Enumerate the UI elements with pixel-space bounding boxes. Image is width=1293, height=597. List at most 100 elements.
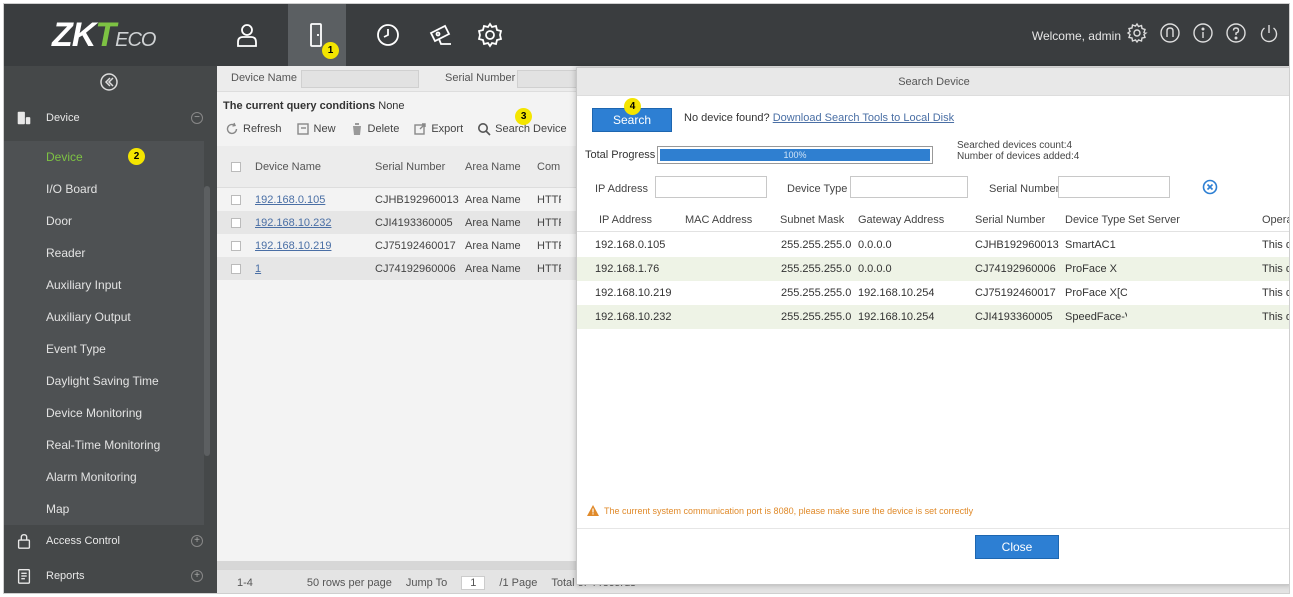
serial-number-filter-input[interactable] [517,70,577,88]
table-row[interactable]: 192.168.0.105 CJHB192960013 Area Name HT… [217,188,587,211]
app-window: ZKTECO 1 Welcome, admin Device − Device … [3,3,1290,594]
table-cell: CJHB192960013 [375,193,459,206]
settings-icon[interactable] [1125,21,1149,45]
sidebar-item-io-board[interactable]: I/O Board [4,173,204,205]
column-header: Serial Number [975,213,1046,226]
sidebar-item-reader[interactable]: Reader [4,237,204,269]
search-result-row[interactable]: 192.168.10.219 255.255.255.0 192.168.10.… [577,281,1289,305]
sidebar-section-access-control[interactable]: Access Control + [4,525,217,557]
sidebar-section-label: Access Control [46,535,120,547]
refresh-button[interactable]: Refresh [225,122,282,136]
row-checkbox[interactable] [231,263,241,274]
device-name-filter-input[interactable] [301,70,419,88]
sidebar-item-alarm-monitoring[interactable]: Alarm Monitoring [4,461,204,493]
page-number-input[interactable]: 1 [461,575,486,590]
sidebar-item-daylight-saving-time[interactable]: Daylight Saving Time [4,365,204,397]
person-icon [237,24,257,47]
toolbar: Refresh New Delete Export Search Device … [217,108,567,142]
ip-address-filter-input[interactable] [655,176,767,198]
table-cell: 0.0.0.0 [858,239,892,251]
nav-attendance[interactable] [359,4,417,66]
table-cell: 192.168.1.76 [595,263,660,275]
sidebar-section-reports[interactable]: Reports + [4,560,217,592]
report-icon [14,566,34,586]
device-name-link[interactable]: 192.168.10.232 [249,217,369,229]
row-checkbox[interactable] [231,217,241,228]
search-result-row[interactable]: 192.168.1.76 255.255.255.0 0.0.0.0 CJ741… [577,257,1289,281]
sidebar-scrollbar[interactable] [204,186,210,456]
nav-system[interactable] [461,4,519,66]
sidebar-section-device[interactable]: Device − [4,102,217,134]
table-cell: CJ74192960006 [375,262,456,275]
operation-link[interactable]: This device [1262,263,1289,275]
nav-personnel[interactable] [218,4,276,66]
table-header: Device Name Serial Number Area Name Comm… [217,146,587,188]
search-result-row[interactable]: 192.168.0.105 255.255.255.0 0.0.0.0 CJHB… [577,233,1289,257]
column-header: Area Name [465,160,521,173]
delete-icon [352,123,361,135]
download-search-tools-link[interactable]: Download Search Tools to Local Disk [773,112,954,124]
sidebar-item-door[interactable]: Door [4,205,204,237]
table-row[interactable]: 1 CJ74192960006 Area Name HTTP [217,257,587,280]
sidebar-item-event-type[interactable]: Event Type [4,333,204,365]
table-cell: SmartAC1 [1065,239,1116,251]
table-cell: CJI4193360005 [375,216,453,229]
rows-per-page-select[interactable]: 50 rows per page [307,577,392,589]
column-header: IP Address [599,213,652,226]
progress-label: Total Progress [585,149,656,161]
export-button[interactable]: Export [413,122,463,136]
sidebar-item-auxiliary-output[interactable]: Auxiliary Output [4,301,204,333]
column-header: Device Type [1065,213,1126,226]
device-name-link[interactable]: 192.168.10.219 [249,240,369,252]
operation-link[interactable]: This device [1262,311,1289,323]
table-row[interactable]: 192.168.10.232 CJI4193360005 Area Name H… [217,211,587,234]
expand-plus-icon[interactable]: + [191,535,203,547]
new-button[interactable]: New [296,122,336,136]
new-icon [296,123,309,135]
sidebar-item-map[interactable]: Map [4,493,204,525]
search-results-header: IP Address MAC Address Subnet Mask Gatew… [577,208,1289,232]
device-name-link[interactable]: 192.168.0.105 [249,194,369,206]
collapse-sidebar-icon[interactable] [99,72,119,92]
table-cell: ProFace X [1065,263,1117,275]
table-horizontal-scrollbar[interactable] [217,561,577,569]
serial-number-filter-input[interactable] [1058,176,1170,198]
row-checkbox[interactable] [231,240,241,251]
operation-link[interactable]: This device [1262,239,1289,251]
top-bar: ZKTECO 1 Welcome, admin [4,4,1289,66]
close-button[interactable]: Close [975,535,1059,559]
device-type-filter-label: Device Type [787,183,848,195]
info-icon[interactable] [1191,21,1215,45]
sidebar-item-device[interactable]: Device 2 [4,141,204,173]
warning-icon [587,505,599,516]
power-icon[interactable] [1257,21,1281,45]
operation-link[interactable]: This device [1262,287,1289,299]
table-row[interactable]: 192.168.10.219 CJ75192460017 Area Name H… [217,234,587,257]
clear-filter-icon[interactable] [1202,179,1218,195]
table-cell: CJHB192960013 [975,239,1059,251]
nav-access-control[interactable]: 1 [288,4,346,66]
sidebar-item-device-monitoring[interactable]: Device Monitoring [4,397,204,429]
device-name-filter-label: Device Name [231,72,298,84]
table-cell: CJ75192460017 [975,287,1056,299]
sidebar-item-auxiliary-input[interactable]: Auxiliary Input [4,269,204,301]
select-all-checkbox[interactable] [231,161,241,172]
device-type-filter-input[interactable] [850,176,968,198]
top-right-icons [1125,21,1281,45]
column-header: Operation [1262,213,1289,226]
help-icon[interactable] [1224,21,1248,45]
search-counts: Searched devices count:4 Number of devic… [957,140,1079,162]
row-checkbox[interactable] [231,194,241,205]
added-count: Number of devices added:4 [957,151,1080,162]
expand-plus-icon[interactable]: + [191,570,203,582]
search-device-button[interactable]: Search Device 3 [477,108,567,136]
user-circle-icon[interactable] [1158,21,1182,45]
welcome-text: Welcome, admin [1031,29,1121,43]
delete-button[interactable]: Delete [350,122,399,136]
collapse-minus-icon[interactable]: − [191,112,203,124]
sidebar-item-real-time-monitoring[interactable]: Real-Time Monitoring [4,429,204,461]
device-name-link[interactable]: 1 [249,263,369,275]
column-header: Serial Number [375,160,446,173]
search-result-row[interactable]: 192.168.10.232 255.255.255.0 192.168.10.… [577,305,1289,329]
table-cell: 255.255.255.0 [781,311,852,323]
